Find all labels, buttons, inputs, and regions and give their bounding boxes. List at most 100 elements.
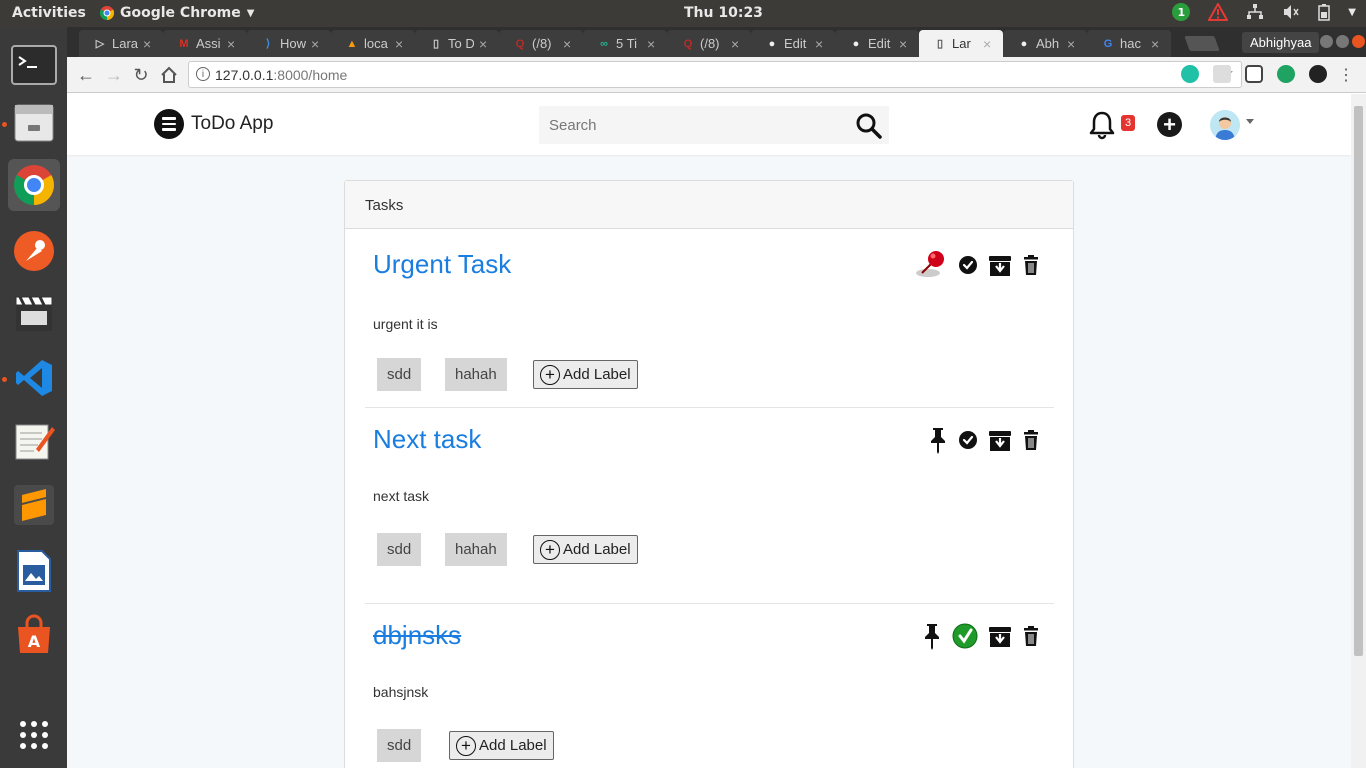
grammarly-extension-icon[interactable] — [1181, 65, 1199, 83]
check-circle-icon[interactable] — [958, 430, 978, 450]
task-title[interactable]: Urgent Task — [373, 249, 511, 280]
mail-extension-icon[interactable] — [1213, 65, 1231, 83]
archive-icon[interactable] — [988, 428, 1012, 452]
battery-icon[interactable] — [1318, 3, 1331, 21]
browser-tab[interactable]: ∞ 5 Ti × — [583, 30, 667, 57]
browser-tab[interactable]: ● Edit × — [751, 30, 835, 57]
chevron-down-icon[interactable]: ▼ — [1348, 7, 1356, 18]
close-tab-icon[interactable]: × — [899, 36, 913, 52]
update-notification-icon[interactable]: 1 — [1172, 3, 1191, 21]
vscode-icon[interactable] — [8, 352, 60, 404]
warning-icon[interactable] — [1208, 3, 1229, 21]
close-icon[interactable] — [1352, 35, 1365, 48]
forward-icon[interactable]: → — [103, 64, 125, 86]
scrollbar-thumb[interactable] — [1354, 106, 1363, 656]
add-label-button[interactable]: + Add Label — [449, 731, 554, 760]
app-menu[interactable]: Google Chrome ▼ — [100, 5, 254, 21]
browser-tab[interactable]: Q (/8) × — [499, 30, 583, 57]
close-tab-icon[interactable]: × — [731, 36, 745, 52]
close-tab-icon[interactable]: × — [311, 36, 325, 52]
more-menu-icon[interactable]: ⋮ — [1335, 64, 1357, 86]
text-editor-icon[interactable] — [8, 415, 60, 467]
browser-tab[interactable]: ● Edit × — [835, 30, 919, 57]
completed-check-icon[interactable] — [952, 623, 978, 649]
hamburger-menu-icon[interactable] — [154, 109, 184, 139]
video-editor-icon[interactable] — [8, 287, 60, 339]
browser-tab[interactable]: ▯ Lar × — [919, 30, 1003, 57]
search-input[interactable] — [539, 106, 849, 144]
browser-tab[interactable]: ▲ loca × — [331, 30, 415, 57]
close-tab-icon[interactable]: × — [143, 36, 157, 52]
activities-button[interactable]: Activities — [12, 5, 86, 21]
close-tab-icon[interactable]: × — [227, 36, 241, 52]
browser-tab[interactable]: Ghac × — [1087, 30, 1171, 57]
browser-tab[interactable]: M Assi × — [163, 30, 247, 57]
add-label-button[interactable]: + Add Label — [533, 535, 638, 564]
app-brand[interactable]: ToDo App — [191, 113, 273, 135]
chevron-down-icon[interactable] — [1246, 119, 1254, 124]
task-title[interactable]: dbjnsks — [373, 620, 461, 651]
browser-tab[interactable]: Q (/8) × — [667, 30, 751, 57]
profile-button[interactable]: Abhighyaa — [1242, 32, 1320, 53]
task-title[interactable]: Next task — [373, 424, 481, 455]
lighthouse-extension-icon[interactable] — [1245, 65, 1263, 83]
browser-tab[interactable]: ▷ Lara × — [79, 30, 163, 57]
browser-tab-label: 5 Ti — [616, 36, 637, 51]
search-icon[interactable] — [855, 112, 883, 140]
browser-tab[interactable]: ▯ To D × — [415, 30, 499, 57]
back-icon[interactable]: ← — [75, 64, 97, 86]
close-tab-icon[interactable]: × — [815, 36, 829, 52]
clock[interactable]: Thu 10:23 — [684, 5, 763, 21]
writer-icon[interactable] — [8, 545, 60, 597]
page-scrollbar[interactable] — [1351, 94, 1366, 768]
avatar[interactable] — [1210, 110, 1240, 140]
close-tab-icon[interactable]: × — [983, 36, 997, 52]
new-tab-button[interactable] — [1184, 36, 1220, 51]
reload-icon[interactable]: ↻ — [130, 64, 152, 86]
sublime-icon[interactable] — [8, 479, 60, 531]
software-center-icon[interactable]: A — [8, 609, 60, 661]
minimize-icon[interactable] — [1320, 35, 1333, 48]
volume-muted-icon[interactable] — [1282, 3, 1300, 21]
close-tab-icon[interactable]: × — [395, 36, 409, 52]
trash-icon[interactable] — [1022, 625, 1040, 647]
maximize-icon[interactable] — [1336, 35, 1349, 48]
pinned-pushpin-icon[interactable] — [914, 249, 948, 281]
task-label[interactable]: hahah — [445, 358, 507, 391]
app-grid-icon[interactable] — [8, 709, 60, 761]
archive-icon[interactable] — [988, 253, 1012, 277]
files-icon[interactable] — [8, 97, 60, 149]
info-icon[interactable]: i — [196, 67, 210, 81]
close-tab-icon[interactable]: × — [647, 36, 661, 52]
task-label[interactable]: sdd — [377, 358, 422, 391]
pin-icon[interactable] — [922, 622, 942, 650]
pin-icon[interactable] — [928, 426, 948, 454]
browser-tab[interactable]: ⟩ How × — [247, 30, 331, 57]
trash-icon[interactable] — [1022, 254, 1040, 276]
browser-tab-label: (/8) — [700, 36, 720, 51]
task-actions — [928, 426, 1040, 454]
check-circle-icon[interactable] — [958, 255, 978, 275]
chat-extension-icon[interactable] — [1309, 65, 1327, 83]
bell-icon[interactable] — [1088, 110, 1116, 140]
close-tab-icon[interactable]: × — [1151, 36, 1165, 52]
chrome-icon[interactable] — [8, 159, 60, 211]
close-tab-icon[interactable]: × — [1067, 36, 1081, 52]
home-icon[interactable] — [158, 64, 180, 86]
network-icon[interactable] — [1246, 3, 1264, 21]
add-label-button[interactable]: + Add Label — [533, 360, 638, 389]
trash-icon[interactable] — [1022, 429, 1040, 451]
task-label[interactable]: hahah — [445, 533, 507, 566]
terminal-icon[interactable] — [8, 39, 60, 91]
hangouts-extension-icon[interactable] — [1277, 65, 1295, 83]
quora-icon: Q — [515, 37, 525, 50]
browser-tab[interactable]: ● Abh × — [1003, 30, 1087, 57]
task-label[interactable]: sdd — [377, 729, 422, 762]
archive-icon[interactable] — [988, 624, 1012, 648]
postman-icon[interactable] — [8, 225, 60, 277]
close-tab-icon[interactable]: × — [479, 36, 493, 52]
task-label[interactable]: sdd — [377, 533, 422, 566]
add-task-icon[interactable]: + — [1157, 112, 1182, 137]
address-bar[interactable]: i 127.0.0.1:8000/home ☆ — [188, 61, 1242, 88]
close-tab-icon[interactable]: × — [563, 36, 577, 52]
